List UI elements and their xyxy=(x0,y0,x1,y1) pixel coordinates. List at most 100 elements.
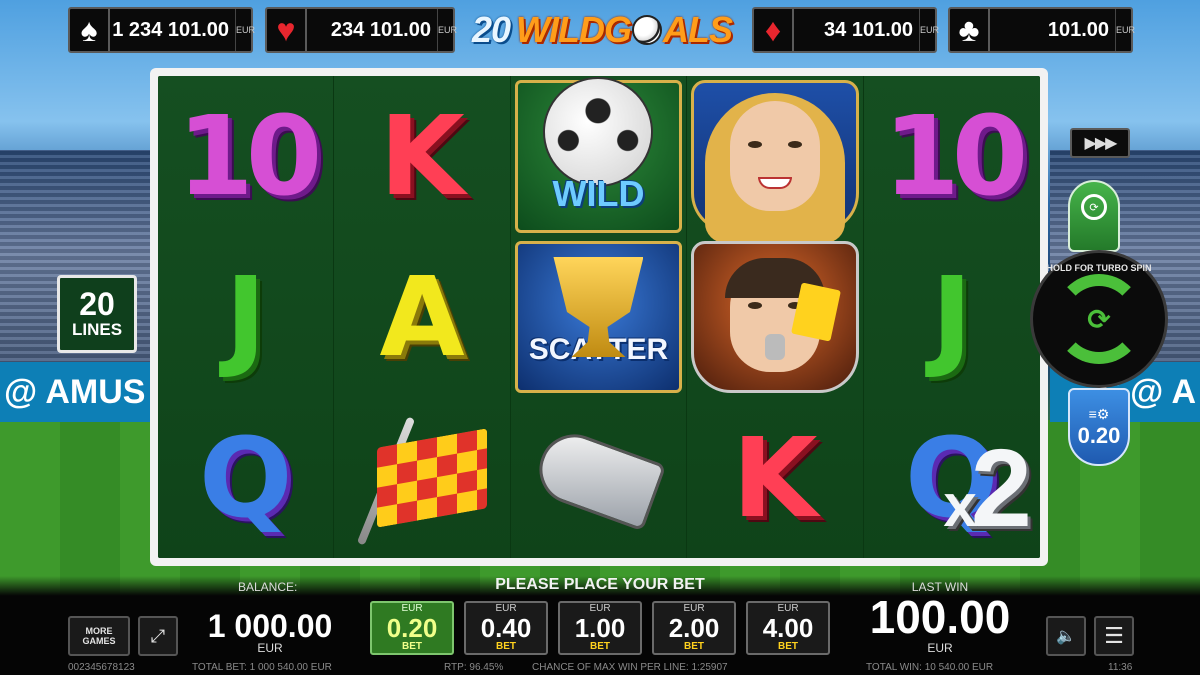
win-multiplier: x2 xyxy=(943,427,1032,550)
game-logo: 20 WILD G ALS xyxy=(456,8,748,52)
bet-per-line-button[interactable]: ≡⚙ 0.20 xyxy=(1068,388,1130,466)
sound-button[interactable]: 🔈 xyxy=(1046,616,1086,656)
symbol-cell: Q x2 xyxy=(864,397,1040,558)
diamond-icon: ♦ xyxy=(754,9,794,51)
menu-button[interactable]: ☰ xyxy=(1094,616,1134,656)
lines-count: 20 xyxy=(79,286,115,322)
total-win: TOTAL WIN: 10 540.00 EUR xyxy=(866,662,994,673)
symbol-scatter: SCATTER xyxy=(514,240,683,394)
logo-word-als: ALS xyxy=(663,9,733,50)
symbol-cell: J xyxy=(864,237,1040,398)
fullscreen-icon: ⤢ xyxy=(150,625,166,646)
symbol-cell: K xyxy=(334,76,509,237)
symbol-cell xyxy=(511,397,686,558)
autoplay-icon: ⟳ xyxy=(1081,194,1107,220)
more-games-button[interactable]: MORE GAMES xyxy=(68,616,130,656)
symbol-cell: A xyxy=(334,237,509,398)
symbol-cell: Q xyxy=(158,397,333,558)
bet-option[interactable]: EUR 4.00 BET xyxy=(746,601,830,655)
wild-label: WILD xyxy=(552,173,645,215)
jackpot-heart: ♥ 234 101.00 EUR xyxy=(265,7,457,53)
symbol-referee xyxy=(691,240,859,394)
balance-value: 1 000.00 xyxy=(207,608,333,644)
symbol-cell xyxy=(687,76,862,243)
lines-badge: 20 LINES xyxy=(57,275,137,353)
symbol-cell: 10 xyxy=(864,76,1040,237)
symbol-wild: WILD xyxy=(514,77,683,233)
club-icon: ♣ xyxy=(950,9,990,51)
symbol-king: K xyxy=(732,413,818,542)
reel-5: 10 J Q x2 xyxy=(863,76,1040,558)
turbo-button[interactable]: ▶▶▶ xyxy=(1070,128,1130,158)
speaker-icon: 🔈 xyxy=(1056,628,1076,645)
symbol-king: K xyxy=(379,92,465,221)
reel-3: WILD SCATTER xyxy=(510,76,688,558)
total-bet: TOTAL BET: 1 000 540.00 EUR xyxy=(192,662,332,673)
jackpot-diamond: ♦ 34 101.00 EUR xyxy=(752,7,939,53)
jackpot-amount: 234 101.00 xyxy=(330,18,431,41)
linesman-flag-icon xyxy=(377,427,488,528)
spin-button[interactable]: HOLD FOR TURBO SPIN ⟳ xyxy=(1030,250,1168,388)
symbol-jack: J xyxy=(931,252,973,381)
bet-option[interactable]: EUR 2.00 BET xyxy=(652,601,736,655)
symbol-ten: 10 xyxy=(883,92,1028,221)
fullscreen-button[interactable]: ⤢ xyxy=(138,616,178,656)
bet-option[interactable]: EUR 1.00 BET xyxy=(558,601,642,655)
symbol-cell: WILD xyxy=(511,76,686,237)
hamburger-icon: ☰ xyxy=(1104,623,1124,648)
symbol-fan-girl xyxy=(691,80,859,243)
symbol-cell xyxy=(334,397,509,558)
symbol-cell xyxy=(687,237,862,398)
jackpot-spade: ♠ 1 234 101.00 EUR xyxy=(68,7,255,53)
bet-per-line-value: 0.20 xyxy=(1077,422,1121,448)
jackpot-currency: EUR xyxy=(437,9,457,51)
autoplay-button[interactable]: ⟳ xyxy=(1068,180,1120,252)
jackpot-amount: 101.00 xyxy=(1047,18,1109,41)
last-win-value: 100.00 xyxy=(869,591,1011,643)
symbol-ace: A xyxy=(379,252,465,381)
symbol-ten: 10 xyxy=(177,92,322,221)
spin-hint: HOLD FOR TURBO SPIN xyxy=(1046,263,1152,273)
lines-label: LINES xyxy=(71,320,123,339)
fan-face-icon xyxy=(729,101,820,212)
soccer-ball-icon xyxy=(543,77,654,188)
whistle-icon xyxy=(530,424,667,532)
reel-1: 10 J Q xyxy=(158,76,335,558)
jackpot-currency: EUR xyxy=(1115,9,1135,51)
symbol-cell: K xyxy=(687,397,862,558)
bet-options: EUR 0.20 BET EUR 0.40 BET EUR 1.00 BET EUR 2.00… xyxy=(370,601,830,655)
whistle-icon xyxy=(764,334,785,361)
jackpot-amount: 1 234 101.00 xyxy=(112,18,229,41)
soccer-ball-icon xyxy=(632,15,663,45)
bet-option[interactable]: EUR 0.40 BET xyxy=(464,601,548,655)
fast-forward-icon: ▶▶▶ xyxy=(1084,135,1118,152)
logo-number: 20 xyxy=(471,9,511,50)
balance-currency: EUR xyxy=(257,641,283,655)
spin-icon: ⟳ xyxy=(1054,274,1144,364)
ticket-id: 002345678123 xyxy=(68,662,135,673)
logo-word: WILD xyxy=(516,9,605,50)
jackpot-currency: EUR xyxy=(235,9,255,51)
bet-option[interactable]: EUR 0.20 BET xyxy=(370,601,454,655)
rtp: RTP: 96.45% xyxy=(444,662,504,673)
spade-icon: ♠ xyxy=(70,9,110,51)
reel-2: K A xyxy=(334,76,511,558)
clock: 11:36 xyxy=(1108,662,1133,673)
last-win-currency: EUR xyxy=(927,641,953,655)
jackpot-currency: EUR xyxy=(919,9,939,51)
heart-icon: ♥ xyxy=(267,9,307,51)
symbol-jack: J xyxy=(225,252,267,381)
logo-word-g: G xyxy=(604,9,632,50)
symbol-cell: SCATTER xyxy=(511,237,686,398)
bet-prompt: PLEASE PLACE YOUR BET xyxy=(495,576,705,593)
settings-lines-icon: ≡⚙ xyxy=(1088,405,1110,422)
reel-area: 10 J Q K A WILD SCATTER xyxy=(158,76,1040,558)
symbol-cell: J xyxy=(158,237,333,398)
symbol-cell: 10 xyxy=(158,76,333,237)
reel-frame: 10 J Q K A WILD SCATTER xyxy=(150,68,1048,566)
balance-label: BALANCE: xyxy=(238,580,298,594)
reel-4: K xyxy=(687,76,864,558)
max-win-chance: CHANCE OF MAX WIN PER LINE: 1:25907 xyxy=(532,662,728,673)
symbol-queen: Q xyxy=(198,413,293,542)
footer-status-bar: 002345678123 TOTAL BET: 1 000 540.00 EUR… xyxy=(0,660,1200,675)
